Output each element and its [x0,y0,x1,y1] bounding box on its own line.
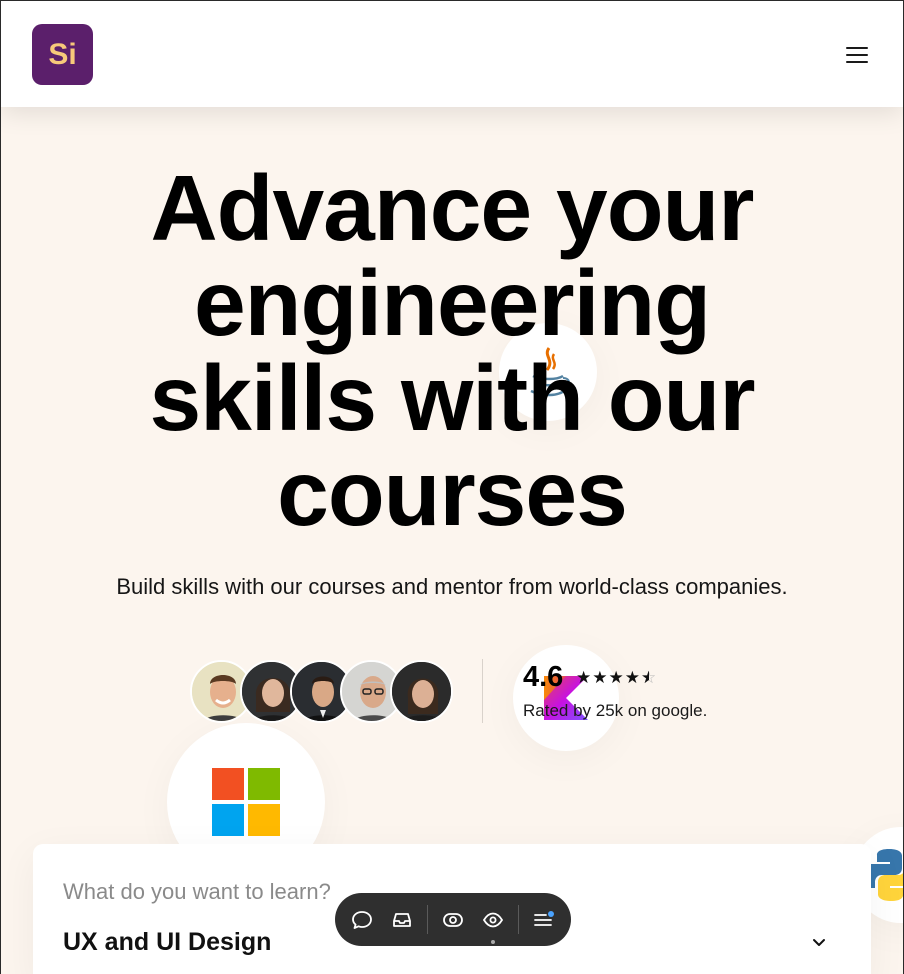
logo-text: Si [48,37,77,71]
hero-title: Advance your engineering skills with our… [1,161,903,541]
hero-title-line: Advance your [150,156,754,260]
inbox-icon[interactable] [384,893,420,946]
half-star-icon: ☆★ [641,668,658,687]
floating-toolbar [335,893,571,946]
menu-list-icon[interactable] [526,893,562,946]
hero-title-line: skills with our [149,346,755,450]
star-icon: ★ [624,668,641,687]
toolbar-divider [427,905,428,934]
rated-by-text: Rated by 25k on google. [523,701,708,720]
active-indicator-dot [491,940,495,944]
site-logo[interactable]: Si [32,24,93,85]
rating-divider [482,659,483,723]
avatar [390,660,453,723]
hero-title-line: engineering [193,251,711,355]
chevron-down-icon[interactable] [811,934,827,950]
course-select-value[interactable]: UX and UI Design [63,928,271,957]
hero-title-line: courses [277,441,628,545]
search-label: What do you want to learn? [63,879,331,904]
site-header: Si [1,1,903,107]
eye-icon[interactable] [475,893,511,946]
star-icon: ★ [576,668,593,687]
page-frame: Si Advance your engineering skills with … [0,0,904,974]
rating-value: 4.6 [523,661,564,693]
toolbar-divider [518,905,519,934]
star-icon: ★ [608,668,625,687]
rating-stars: ★★★★☆★ [576,668,657,688]
hamburger-menu-icon[interactable] [846,47,868,63]
star-icon: ★ [592,668,609,687]
preview-icon[interactable] [435,893,471,946]
microsoft-icon [212,768,280,836]
comment-icon[interactable] [344,893,380,946]
hero-subtitle: Build skills with our courses and mentor… [116,574,788,599]
